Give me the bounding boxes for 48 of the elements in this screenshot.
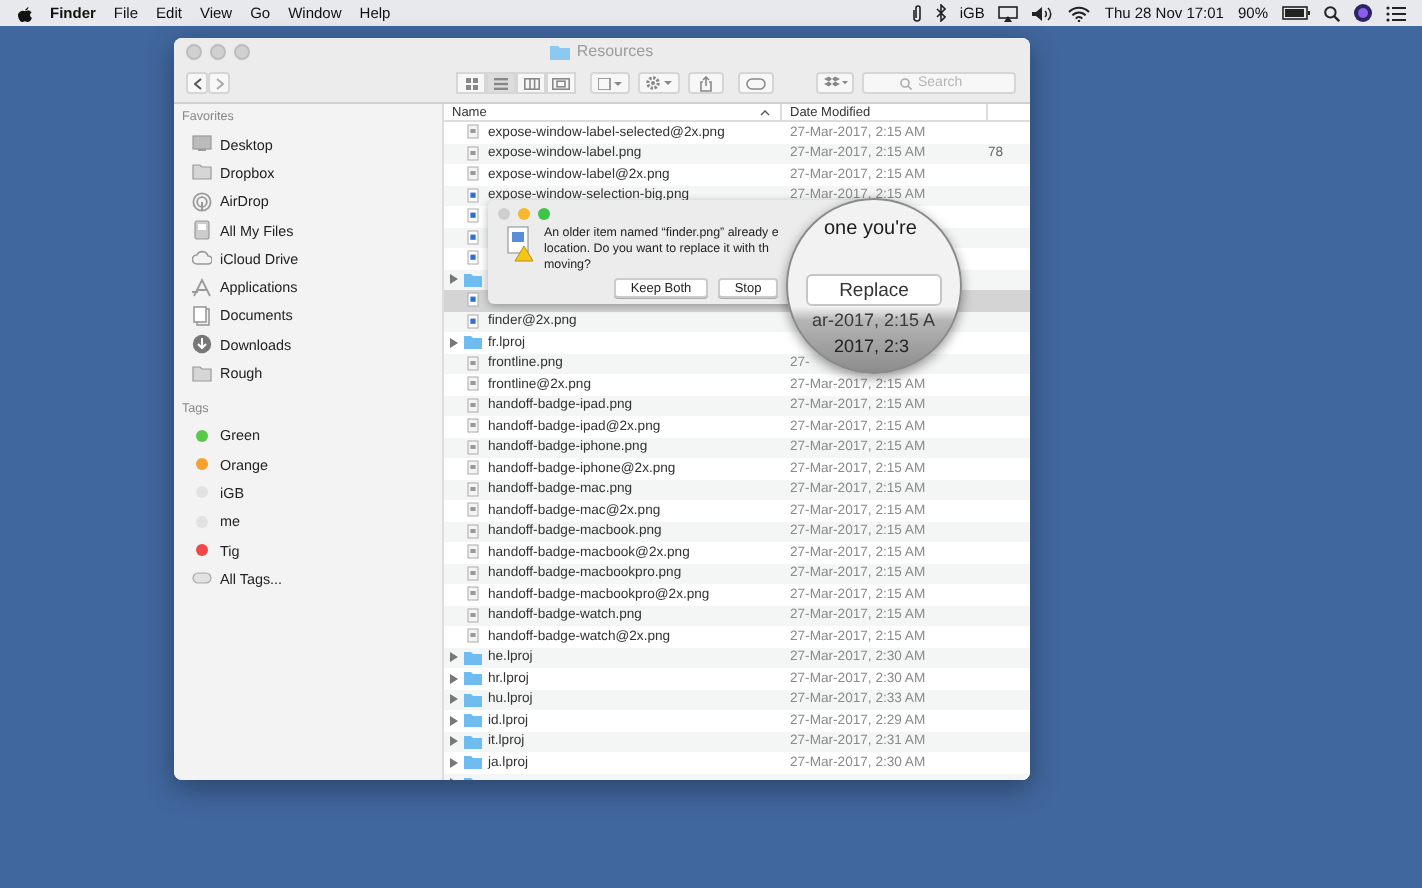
battery-icon[interactable] xyxy=(1282,6,1310,20)
share-icon xyxy=(700,75,712,91)
disclosure-triangle-icon[interactable] xyxy=(449,337,457,348)
disclosure-triangle-icon[interactable] xyxy=(449,274,457,285)
airplay-icon[interactable] xyxy=(998,5,1019,21)
file-warning-icon xyxy=(506,226,534,262)
magnified-date: ar-2017, 2:15 A xyxy=(812,310,936,330)
file-icon xyxy=(466,124,480,141)
wifi-icon[interactable] xyxy=(1068,5,1091,21)
files-icon xyxy=(192,220,212,241)
back-chevron-icon xyxy=(193,77,201,89)
column-view-button[interactable] xyxy=(516,72,546,94)
window-title: Resources xyxy=(576,42,654,60)
magnified-date: 2017, 2:3 xyxy=(834,336,910,356)
list-view-button[interactable] xyxy=(486,72,516,94)
share-button[interactable] xyxy=(688,72,724,94)
desktop-icon xyxy=(192,134,212,155)
list-icon[interactable] xyxy=(1386,5,1406,21)
tags-icon xyxy=(192,568,212,589)
list-icon xyxy=(494,77,508,89)
sort-caret-icon xyxy=(760,109,770,115)
documents-icon xyxy=(192,305,212,326)
cloud-icon xyxy=(192,248,212,269)
search-icon xyxy=(900,77,912,89)
apple-icon[interactable] xyxy=(18,5,32,21)
magnified-text: one you're xyxy=(824,218,917,240)
action-button[interactable] xyxy=(638,72,680,94)
dropbox-button[interactable] xyxy=(816,72,854,94)
bluetooth-icon[interactable] xyxy=(935,4,946,22)
back-button[interactable] xyxy=(186,72,208,94)
gear-icon xyxy=(646,76,672,90)
tag-icon xyxy=(746,77,766,89)
arrange-icon xyxy=(598,77,622,89)
paperclip-icon[interactable] xyxy=(911,4,922,22)
download-icon xyxy=(192,334,212,355)
gallery-view-button[interactable] xyxy=(546,72,576,94)
forward-chevron-icon xyxy=(215,77,223,89)
icon-view-button[interactable] xyxy=(456,72,486,94)
grid-icon xyxy=(465,77,477,89)
replace-button[interactable]: Replace xyxy=(806,274,942,306)
columns-icon xyxy=(523,77,539,89)
tag-button[interactable] xyxy=(738,72,774,94)
gallery-icon xyxy=(552,77,570,89)
search-icon[interactable] xyxy=(1324,5,1340,21)
arrange-button[interactable] xyxy=(590,72,630,94)
volume-icon[interactable] xyxy=(1032,5,1055,21)
airdrop-icon xyxy=(192,191,212,212)
applications-icon xyxy=(192,277,212,298)
